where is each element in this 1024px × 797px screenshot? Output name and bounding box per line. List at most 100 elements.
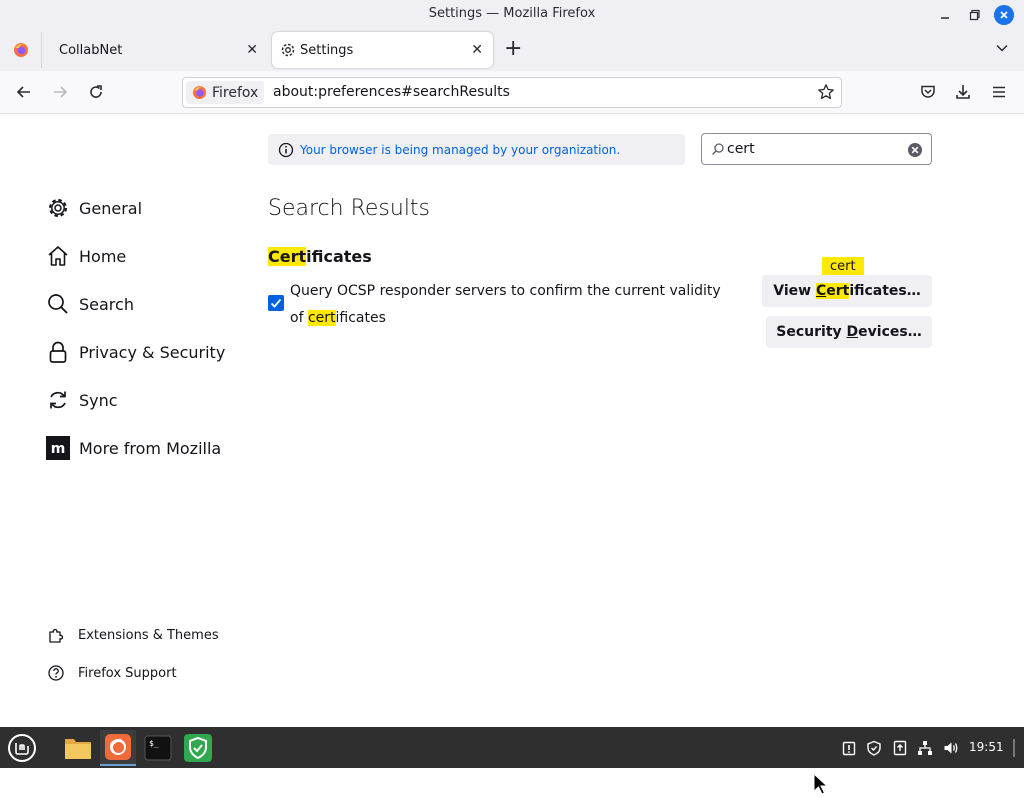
window-titlebar: Settings — Mozilla Firefox — [0, 0, 1024, 29]
sidebar-extensions-themes-link[interactable]: Extensions & Themes — [46, 625, 219, 645]
show-desktop-button[interactable] — [1011, 738, 1017, 758]
taskbar-firefox-button[interactable] — [100, 730, 136, 766]
shield-icon — [867, 740, 881, 756]
update-icon — [893, 740, 907, 756]
minimize-button[interactable] — [935, 5, 955, 25]
tray-shield-button[interactable] — [864, 738, 884, 758]
close-tab-icon[interactable]: ✕ — [246, 42, 258, 58]
mint-logo-icon — [8, 734, 36, 762]
url-bar[interactable]: Firefox about:preferences#searchResults — [182, 77, 842, 108]
firefox-icon — [13, 43, 28, 57]
policy-notice-text: Your browser is being managed by your or… — [300, 142, 621, 157]
start-menu-button[interactable] — [4, 730, 40, 766]
puzzle-icon — [46, 625, 66, 645]
search-highlight: Cert — [268, 247, 307, 266]
sidebar-item-label: Sync — [79, 390, 118, 410]
tray-update-button[interactable] — [890, 738, 910, 758]
search-icon — [46, 292, 70, 316]
identity-label: Firefox — [212, 84, 259, 101]
navigation-toolbar: Firefox about:preferences#searchResults — [0, 71, 1024, 114]
bookmark-star-button[interactable] — [817, 83, 835, 105]
search-icon — [712, 143, 724, 155]
arrow-left-icon — [16, 86, 30, 98]
close-window-button[interactable] — [994, 5, 1014, 25]
search-results-heading: Search Results — [268, 196, 431, 221]
tray-network-button[interactable] — [915, 738, 935, 758]
sidebar-item-privacy[interactable]: Privacy & Security — [46, 340, 225, 364]
sidebar-footer-label: Extensions & Themes — [78, 627, 219, 643]
window-title: Settings — Mozilla Firefox — [428, 6, 596, 21]
app-menu-button[interactable] — [989, 82, 1009, 102]
taskbar-files-button[interactable] — [60, 730, 96, 766]
sidebar-item-label: General — [79, 198, 143, 218]
svg-text:m: m — [51, 441, 66, 457]
tab-collabnet[interactable]: CollabNet ✕ — [43, 32, 268, 68]
settings-search-box[interactable] — [701, 133, 932, 165]
settings-search-input[interactable] — [727, 139, 897, 159]
chevron-down-icon — [996, 44, 1008, 52]
ocsp-option[interactable]: Query OCSP responder servers to confirm … — [268, 278, 738, 332]
pocket-icon — [921, 85, 935, 98]
search-match-tooltip: cert — [822, 257, 864, 276]
sidebar-item-label: Search — [79, 294, 134, 314]
lock-icon — [46, 340, 70, 364]
list-all-tabs-button[interactable] — [995, 40, 1009, 59]
tab-settings[interactable]: Settings ✕ — [272, 32, 493, 68]
sidebar-item-general[interactable]: General — [46, 196, 142, 220]
gear-icon — [281, 43, 295, 57]
sidebar-item-label: Home — [79, 246, 127, 266]
shield-icon — [184, 734, 212, 762]
url-text[interactable]: about:preferences#searchResults — [273, 84, 510, 100]
identity-box[interactable]: Firefox — [186, 81, 265, 104]
sidebar-item-more-from-mozilla[interactable]: m More from Mozilla — [46, 436, 221, 460]
forward-button[interactable] — [50, 82, 70, 102]
taskbar-vpn-button[interactable] — [180, 730, 216, 766]
hamburger-menu-icon — [993, 86, 1005, 98]
download-icon — [956, 85, 970, 99]
ocsp-checkbox-label: Query OCSP responder servers to confirm … — [290, 283, 721, 326]
sidebar-item-sync[interactable]: Sync — [46, 388, 118, 412]
help-icon — [46, 663, 66, 683]
firefox-view-button[interactable] — [0, 32, 42, 68]
security-devices-button[interactable]: Security Devices… — [766, 316, 932, 348]
ocsp-checkbox[interactable] — [268, 295, 284, 311]
tab-label: Settings — [300, 42, 354, 58]
search-highlight: cert — [307, 310, 336, 326]
mouse-cursor-icon — [813, 773, 829, 795]
arrow-right-icon — [54, 86, 68, 98]
home-icon — [46, 244, 70, 268]
pocket-button[interactable] — [918, 82, 938, 102]
sidebar-item-home[interactable]: Home — [46, 244, 126, 268]
new-tab-button[interactable]: + — [504, 38, 522, 60]
sidebar-firefox-support-link[interactable]: Firefox Support — [46, 663, 177, 683]
sidebar-item-search[interactable]: Search — [46, 292, 134, 316]
view-certificates-button[interactable]: View Cert ificates… — [762, 275, 932, 307]
gear-icon — [46, 196, 70, 220]
svg-text:$_: $_ — [149, 739, 159, 748]
back-button[interactable] — [14, 82, 34, 102]
tray-volume-button[interactable] — [941, 738, 961, 758]
reload-button[interactable] — [86, 82, 106, 102]
heading-text: ificates — [306, 247, 372, 266]
sync-icon — [46, 388, 70, 412]
taskbar-terminal-button[interactable]: $_ — [140, 730, 176, 766]
policy-notice[interactable]: Your browser is being managed by your or… — [268, 134, 685, 165]
tab-label: CollabNet — [59, 42, 123, 58]
clear-search-icon[interactable] — [907, 142, 923, 158]
close-tab-icon[interactable]: ✕ — [471, 42, 483, 58]
info-icon — [278, 142, 294, 157]
downloads-button[interactable] — [953, 82, 973, 102]
maximize-button[interactable] — [965, 5, 985, 25]
sidebar-footer-label: Firefox Support — [78, 665, 177, 681]
volume-icon — [944, 742, 958, 754]
settings-page: Your browser is being managed by your or… — [0, 114, 1024, 795]
firefox-icon — [192, 85, 207, 100]
certificates-heading: Certificates — [268, 247, 372, 266]
clipboard-icon — [842, 741, 856, 756]
star-icon — [818, 84, 834, 100]
firefox-icon — [105, 734, 131, 760]
taskbar-clock[interactable]: 19:51 — [969, 740, 1004, 754]
tray-clipboard-button[interactable] — [839, 738, 859, 758]
tab-bar: CollabNet ✕ Settings ✕ + — [0, 29, 1024, 71]
mozilla-icon: m — [46, 436, 70, 460]
